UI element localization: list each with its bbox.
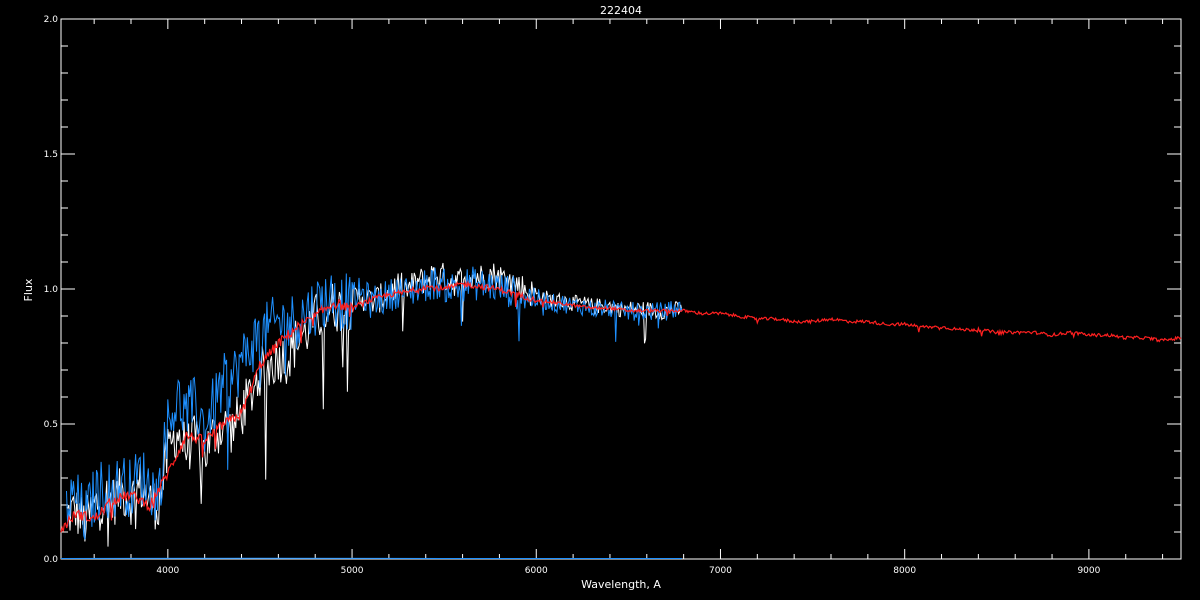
x-tick-label: 5000 — [341, 566, 364, 576]
y-tick-label: 1.0 — [44, 285, 59, 295]
chart-title: 222404 — [600, 4, 642, 17]
x-axis-label: Wavelength, A — [581, 578, 661, 591]
x-tick-label: 9000 — [1077, 566, 1100, 576]
y-tick-label: 1.5 — [44, 150, 58, 160]
spectrum-chart: 4000 5000 6000 7000 8000 90000.00.51.01.52.0 … — [0, 0, 1200, 600]
y-tick-label: 0.5 — [44, 420, 58, 430]
y-axis-label: Flux — [22, 278, 35, 301]
y-tick-label: 0.0 — [44, 555, 59, 565]
x-tick-label: 7000 — [709, 566, 732, 576]
x-tick-label: 6000 — [525, 566, 548, 576]
x-tick-label: 4000 — [156, 566, 179, 576]
x-tick-label: 8000 — [893, 566, 916, 576]
y-tick-label: 2.0 — [44, 15, 59, 25]
